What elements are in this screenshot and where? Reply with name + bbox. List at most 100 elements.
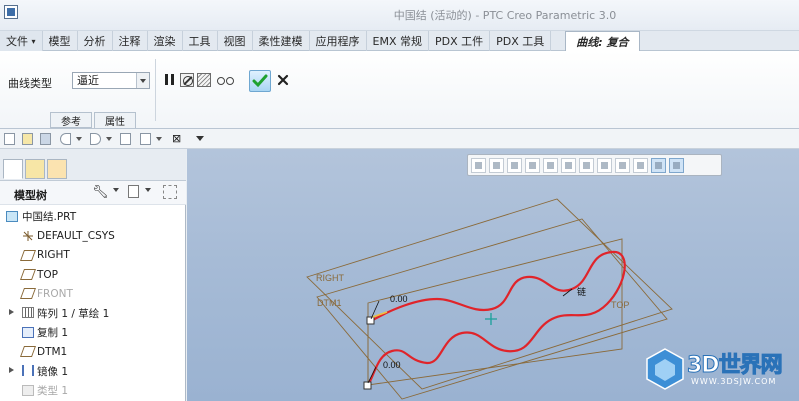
tree-item[interactable]: 阵列 1 / 草绘 1 <box>0 303 186 322</box>
windows-icon[interactable] <box>140 133 151 145</box>
undo-dropdown-icon[interactable] <box>76 137 82 141</box>
filter-icon[interactable] <box>163 185 177 199</box>
new-file-icon[interactable] <box>4 133 15 145</box>
model-tree-header: 模型树 🔧︎ <box>0 181 186 205</box>
folder-browser-tab-icon[interactable] <box>25 159 45 179</box>
tree-item-label: TOP <box>37 268 59 281</box>
tab-pdx-parts[interactable]: PDX 工件 <box>429 31 491 51</box>
dim-upper-value[interactable]: 0.00 <box>390 294 408 304</box>
show-icon[interactable] <box>128 185 139 198</box>
preview-icon[interactable] <box>197 73 211 87</box>
tab-file[interactable]: 文件 ▾ <box>0 31 43 51</box>
graphics-toolbar-strip <box>186 129 799 149</box>
watermark-url: WWW.3DSJW.COM <box>691 377 777 386</box>
redo-dropdown-icon[interactable] <box>106 137 112 141</box>
verify-glasses-icon[interactable] <box>216 73 234 87</box>
tree-item[interactable]: FRONT <box>0 284 186 303</box>
tab-pdx-tools[interactable]: PDX 工具 <box>490 31 552 51</box>
tree-item[interactable]: 复制 1 <box>0 323 186 342</box>
settings-tools-icon[interactable]: 🔧︎ <box>92 185 109 200</box>
tab-tools[interactable]: 工具 <box>183 31 218 51</box>
dim-lower-value[interactable]: 0.00 <box>383 360 401 370</box>
dtm1-datum-plane[interactable] <box>367 238 623 386</box>
settings-dropdown-icon[interactable] <box>113 188 119 192</box>
model-tree: 中国结.PRT DEFAULT_CSYS RIGHT TOP FRONT 阵列 1 / 草… <box>0 207 186 400</box>
check-icon <box>252 74 268 88</box>
curve-type-value: 逼近 <box>77 74 99 87</box>
watermark-brand: 3D世界网 <box>687 353 784 379</box>
show-dropdown-icon[interactable] <box>145 188 151 192</box>
panel-tabs: 参考 属性 <box>50 112 138 128</box>
tree-item[interactable]: TOP <box>0 265 186 284</box>
tab-annotate[interactable]: 注释 <box>113 31 148 51</box>
curve-start-point[interactable] <box>366 316 375 325</box>
navigator-panel: 模型树 🔧︎ 中国结.PRT DEFAULT_CSYS RIGHT TOP FRONT 阵… <box>0 149 186 401</box>
quick-access-toolbar: ⊠ <box>0 129 186 149</box>
tab-composite-curve[interactable]: 曲线: 复合 <box>565 31 640 52</box>
no-preview-icon[interactable] <box>180 73 194 87</box>
pause-icon[interactable] <box>163 73 177 87</box>
watermark: 3D世界网 WWW.3DSJW.COM <box>645 341 795 397</box>
expand-arrow-icon[interactable] <box>9 309 14 316</box>
datum-plane-icon <box>19 268 37 280</box>
tab-view[interactable]: 视图 <box>218 31 253 51</box>
right-plane-label: RIGHT <box>316 273 345 283</box>
app-menu-icon[interactable] <box>4 5 18 19</box>
windows-dropdown-icon[interactable] <box>156 137 162 141</box>
curve-end-point[interactable] <box>363 381 372 390</box>
datum-plane-icon <box>19 249 37 261</box>
cube-logo-icon <box>646 348 684 390</box>
favorites-tab-icon[interactable] <box>47 159 67 179</box>
dim-leader-lower <box>367 366 377 384</box>
customize-dropdown-icon[interactable] <box>196 136 204 141</box>
group-divider <box>155 59 156 121</box>
ribbon-tabs: 文件 ▾ 模型 分析 注释 渲染 工具 视图 柔性建模 应用程序 EMX 常规 … <box>0 31 799 52</box>
tab-applications[interactable]: 应用程序 <box>310 31 367 51</box>
close-window-icon[interactable]: ⊠ <box>172 132 181 145</box>
chevron-down-icon[interactable] <box>136 73 149 88</box>
tree-item[interactable]: DEFAULT_CSYS <box>0 226 186 245</box>
ok-button[interactable] <box>249 70 271 92</box>
tree-item[interactable]: 类型 1 <box>0 381 186 400</box>
undo-icon[interactable] <box>60 133 71 145</box>
curve-type-select[interactable]: 逼近 <box>72 72 150 89</box>
tree-item-label: RIGHT <box>37 249 70 262</box>
tree-item-label: DTM1 <box>37 345 68 358</box>
tree-item-label: FRONT <box>37 287 73 300</box>
tab-references[interactable]: 参考 <box>50 112 92 128</box>
cancel-button[interactable] <box>276 73 290 87</box>
tab-analysis[interactable]: 分析 <box>78 31 113 51</box>
tree-item[interactable]: 中国结.PRT <box>0 207 186 226</box>
right-datum-plane[interactable] <box>306 198 673 390</box>
open-folder-icon[interactable] <box>22 133 33 145</box>
csys-icon <box>22 230 34 242</box>
tree-item[interactable]: RIGHT <box>0 246 186 265</box>
copy-icon <box>22 326 34 338</box>
close-icon <box>277 74 289 86</box>
model-tree-title: 模型树 <box>14 189 47 202</box>
model-tree-tab-icon[interactable] <box>3 159 23 179</box>
tab-render[interactable]: 渲染 <box>148 31 183 51</box>
regenerate-icon[interactable] <box>120 133 131 145</box>
window-title: 中国结 (活动的) - PTC Creo Parametric 3.0 <box>393 9 617 22</box>
tree-item-label: 阵列 1 / 草绘 1 <box>37 307 110 320</box>
redo-icon[interactable] <box>90 133 101 145</box>
datum-plane-icon <box>19 346 37 358</box>
tree-item-label: 类型 1 <box>37 384 69 397</box>
expand-arrow-icon[interactable] <box>9 367 14 374</box>
curve-type-label: 曲线类型 <box>8 77 52 90</box>
feature-icon <box>22 384 34 396</box>
tree-item-label: DEFAULT_CSYS <box>37 229 115 242</box>
save-icon[interactable] <box>40 133 51 145</box>
tree-item-label: 中国结.PRT <box>22 211 77 224</box>
tab-properties[interactable]: 属性 <box>94 112 136 128</box>
navigator-tabs <box>0 149 186 181</box>
tree-item[interactable]: 镜像 1 <box>0 361 186 380</box>
tab-emx[interactable]: EMX 常规 <box>367 31 429 51</box>
graphics-viewport[interactable]: RIGHT DTM1 TOP 0.00 0.00 链 3D世界网 WWW.3DS… <box>187 149 799 401</box>
tab-flexible-modeling[interactable]: 柔性建模 <box>253 31 310 51</box>
tree-item-label: 镜像 1 <box>37 365 69 378</box>
tab-model[interactable]: 模型 <box>43 31 78 51</box>
tree-item[interactable]: DTM1 <box>0 342 186 361</box>
pattern-icon <box>22 307 34 319</box>
